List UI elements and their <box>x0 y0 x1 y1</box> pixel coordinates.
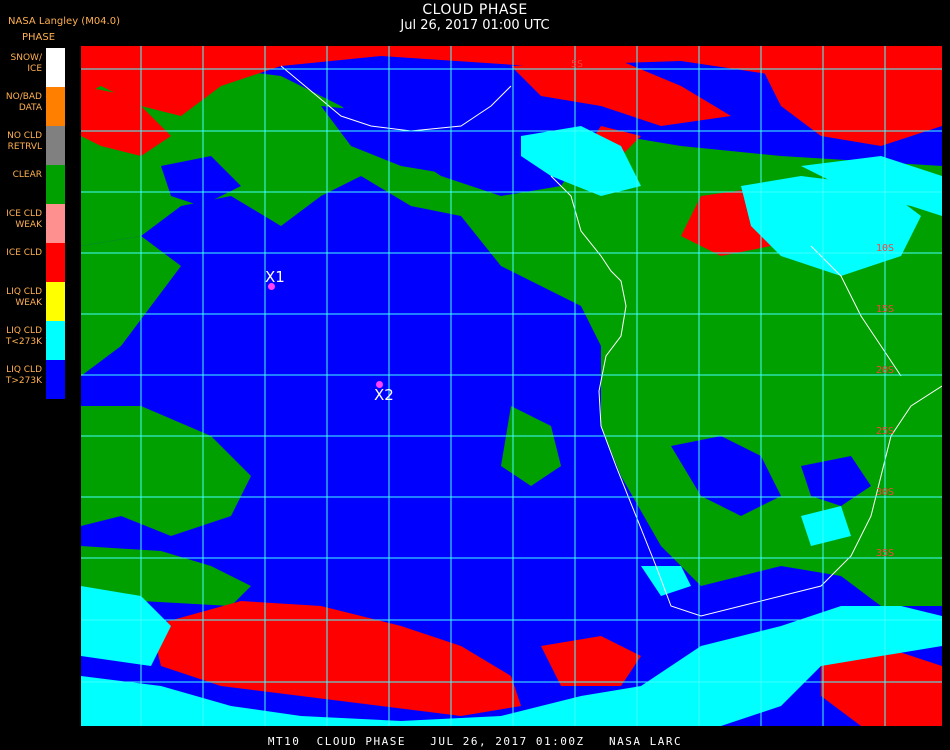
lat-label-35s: 35S <box>876 548 895 559</box>
lat-label-15s: 15S <box>876 304 895 315</box>
legend-swatch <box>46 165 65 204</box>
legend-label: ICE CLD <box>6 248 42 258</box>
marker-x1-label: X1 <box>265 268 285 286</box>
map-layers <box>81 46 942 726</box>
legend-swatch <box>46 48 65 87</box>
legend-item-ice-cld: ICE CLD <box>0 243 66 282</box>
lat-label-10s: 10S <box>876 243 895 254</box>
legend-label: LIQ CLD T>273K <box>5 365 42 386</box>
lat-label-25s: 25S <box>876 426 895 437</box>
legend-item-liq-cld-warm: LIQ CLD T>273K <box>0 360 66 399</box>
cloud-phase-map: 5S 10S 15S 20S 25S 30S 35S X1 X2 <box>81 46 942 726</box>
legend-item-no-bad-data: NO/BAD DATA <box>0 87 66 126</box>
lat-label-30s: 30S <box>876 487 895 498</box>
legend-label: NO CLD RETRVL <box>7 131 42 152</box>
legend-label: NO/BAD DATA <box>5 92 42 113</box>
footer-caption: MT10 CLOUD PHASE JUL 26, 2017 01:00Z NAS… <box>267 735 683 748</box>
chart-title: CLOUD PHASE <box>422 2 528 18</box>
legend-item-liq-cld-weak: LIQ CLD WEAK <box>0 282 66 321</box>
timestamp: Jul 26, 2017 01:00 UTC <box>400 18 550 33</box>
legend: SNOW/ ICE NO/BAD DATA NO CLD RETRVL CLEA… <box>0 48 66 399</box>
legend-label: SNOW/ ICE <box>10 53 42 74</box>
legend-swatch <box>46 87 65 126</box>
legend-label: ICE CLD WEAK <box>6 209 42 230</box>
legend-swatch <box>46 243 65 282</box>
legend-swatch <box>46 321 65 360</box>
legend-item-no-cld-retrvl: NO CLD RETRVL <box>0 126 66 165</box>
lat-label-20s: 20S <box>876 365 895 376</box>
legend-swatch <box>46 360 65 399</box>
marker-x2-label: X2 <box>374 386 394 404</box>
legend-item-clear: CLEAR <box>0 165 66 204</box>
legend-swatch <box>46 282 65 321</box>
lat-label-5s: 5S <box>571 59 584 70</box>
legend-label: CLEAR <box>12 170 42 180</box>
legend-swatch <box>46 126 65 165</box>
legend-item-liq-cld-cold: LIQ CLD T<273K <box>0 321 66 360</box>
legend-item-snow-ice: SNOW/ ICE <box>0 48 66 87</box>
legend-item-ice-cld-weak: ICE CLD WEAK <box>0 204 66 243</box>
legend-label: LIQ CLD WEAK <box>6 287 42 308</box>
legend-label: LIQ CLD T<273K <box>5 326 42 347</box>
legend-swatch <box>46 204 65 243</box>
provider-label: NASA Langley (M04.0) <box>8 16 120 27</box>
legend-title: PHASE <box>22 32 56 43</box>
